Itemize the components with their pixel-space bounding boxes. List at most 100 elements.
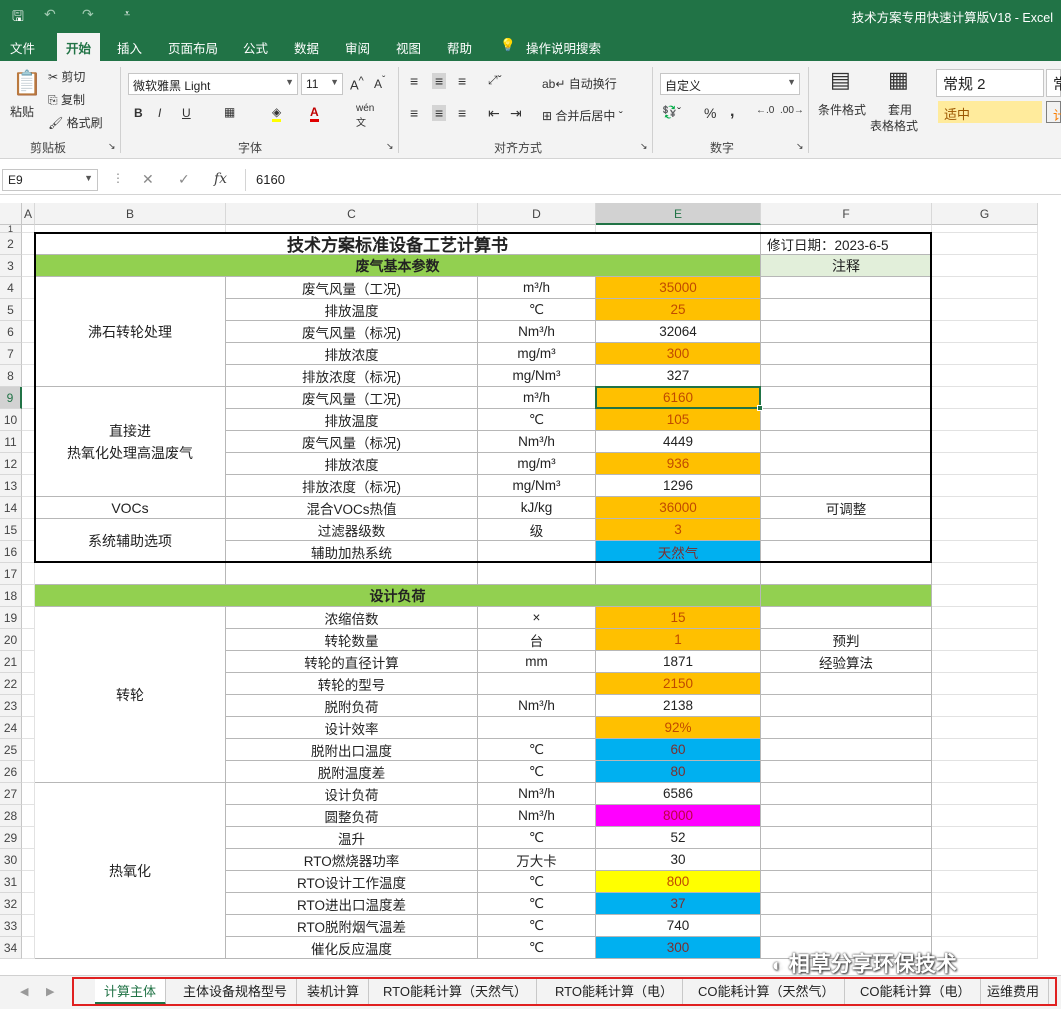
param-note[interactable]: 可调整 — [761, 497, 932, 519]
cell[interactable] — [22, 761, 35, 783]
cell[interactable] — [596, 225, 761, 233]
scroll-left-icon[interactable]: ◀ — [20, 985, 28, 998]
row-header-20[interactable]: 20 — [0, 629, 22, 651]
cell[interactable] — [22, 387, 35, 409]
undo-icon[interactable]: ↶ — [44, 6, 56, 23]
cell[interactable] — [932, 277, 1038, 299]
increase-font-icon[interactable]: A^ — [350, 75, 364, 92]
param-name[interactable]: 废气风量（标况) — [226, 321, 478, 343]
param-name[interactable]: 圆整负荷 — [226, 805, 478, 827]
empty-cell[interactable] — [35, 563, 226, 585]
param-value[interactable]: 740 — [596, 915, 761, 937]
table-format-button-line1[interactable]: 套用 — [888, 101, 912, 118]
param-note[interactable] — [761, 321, 932, 343]
param-value[interactable]: 300 — [596, 937, 761, 959]
conditional-format-button[interactable]: 条件格式 — [818, 101, 866, 118]
cell[interactable] — [932, 497, 1038, 519]
param-name[interactable]: 废气风量（工况) — [226, 387, 478, 409]
dialog-launcher-icon[interactable]: ↘ — [640, 141, 648, 152]
section-header-basic-params[interactable]: 废气基本参数 — [35, 255, 761, 277]
empty-cell[interactable] — [596, 563, 761, 585]
row-header-28[interactable]: 28 — [0, 805, 22, 827]
cell[interactable] — [932, 387, 1038, 409]
cancel-icon[interactable]: ✕ — [142, 171, 154, 188]
param-value[interactable]: 2150 — [596, 673, 761, 695]
param-unit[interactable]: Nm³/h — [478, 695, 596, 717]
param-note[interactable] — [761, 827, 932, 849]
cell[interactable] — [22, 915, 35, 937]
param-name[interactable]: RTO设计工作温度 — [226, 871, 478, 893]
param-name[interactable]: 排放温度 — [226, 409, 478, 431]
cell[interactable] — [932, 453, 1038, 475]
tab-review[interactable]: 审阅 — [345, 38, 370, 57]
param-unit[interactable]: ℃ — [478, 893, 596, 915]
row-header-25[interactable]: 25 — [0, 739, 22, 761]
tab-file[interactable]: 文件 — [10, 38, 35, 57]
group-label-direct[interactable]: 直接进 热氧化处理高温废气 — [35, 387, 226, 497]
section-header-design-load[interactable]: 设计负荷 — [35, 585, 761, 607]
cell[interactable] — [932, 255, 1038, 277]
param-value[interactable]: 天然气 — [596, 541, 761, 563]
param-note[interactable] — [761, 849, 932, 871]
param-name[interactable]: 温升 — [226, 827, 478, 849]
param-value[interactable]: 25 — [596, 299, 761, 321]
row-header-32[interactable]: 32 — [0, 893, 22, 915]
param-value[interactable]: 1871 — [596, 651, 761, 673]
column-header-f[interactable]: F — [761, 203, 932, 225]
cell[interactable] — [932, 431, 1038, 453]
param-value[interactable]: 2138 — [596, 695, 761, 717]
row-header-24[interactable]: 24 — [0, 717, 22, 739]
row-header-17[interactable]: 17 — [0, 563, 22, 585]
cell[interactable] — [932, 321, 1038, 343]
cell[interactable] — [932, 805, 1038, 827]
font-size-select[interactable]: 11 ▼ — [301, 73, 343, 95]
cell[interactable] — [932, 365, 1038, 387]
italic-button[interactable]: I — [158, 106, 161, 120]
cell[interactable] — [22, 233, 35, 255]
row-header-26[interactable]: 26 — [0, 761, 22, 783]
cell[interactable] — [22, 673, 35, 695]
param-unit[interactable] — [478, 541, 596, 563]
param-note[interactable] — [761, 717, 932, 739]
cell[interactable] — [22, 805, 35, 827]
param-name[interactable]: 设计效率 — [226, 717, 478, 739]
conditional-format-icon[interactable]: ▤ — [830, 67, 851, 93]
paste-button[interactable]: 粘贴 — [10, 103, 34, 120]
merge-center-button[interactable]: ⊞ 合并后居中 ˇ — [542, 107, 623, 124]
param-note[interactable] — [761, 695, 932, 717]
cell[interactable] — [932, 233, 1038, 255]
param-unit[interactable]: Nm³/h — [478, 805, 596, 827]
formula-input[interactable]: 6160 — [245, 169, 1057, 191]
column-header-b[interactable]: B — [35, 203, 226, 225]
cell[interactable] — [932, 717, 1038, 739]
cut-button[interactable]: ✂ 剪切 — [48, 68, 85, 85]
sheet-tab[interactable]: RTO能耗计算（电） — [546, 979, 683, 1005]
tab-page-layout[interactable]: 页面布局 — [168, 38, 218, 57]
param-unit[interactable]: ℃ — [478, 915, 596, 937]
param-value[interactable]: 6160 — [596, 387, 761, 409]
row-header-14[interactable]: 14 — [0, 497, 22, 519]
decrease-decimal-icon[interactable]: .00→ — [780, 105, 804, 116]
cell[interactable] — [22, 409, 35, 431]
sheet-tab[interactable]: RTO能耗计算（天然气） — [374, 979, 537, 1005]
align-left-icon[interactable]: ≡ — [410, 105, 418, 121]
row-header-8[interactable]: 8 — [0, 365, 22, 387]
param-note[interactable] — [761, 783, 932, 805]
row-header-5[interactable]: 5 — [0, 299, 22, 321]
cell[interactable] — [932, 739, 1038, 761]
cell[interactable] — [761, 225, 932, 233]
row-header-4[interactable]: 4 — [0, 277, 22, 299]
cell[interactable] — [22, 255, 35, 277]
enter-icon[interactable]: ✓ — [178, 171, 190, 188]
wrap-text-button[interactable]: ab↵ 自动换行 — [542, 75, 617, 92]
align-middle-icon[interactable]: ≡ — [432, 73, 447, 89]
param-note[interactable] — [761, 343, 932, 365]
cell[interactable] — [932, 871, 1038, 893]
param-name[interactable]: 转轮的直径计算 — [226, 651, 478, 673]
param-name[interactable]: 脱附负荷 — [226, 695, 478, 717]
param-value[interactable]: 1296 — [596, 475, 761, 497]
param-unit[interactable]: ℃ — [478, 409, 596, 431]
cell[interactable] — [22, 607, 35, 629]
row-header-16[interactable]: 16 — [0, 541, 22, 563]
param-value[interactable]: 80 — [596, 761, 761, 783]
